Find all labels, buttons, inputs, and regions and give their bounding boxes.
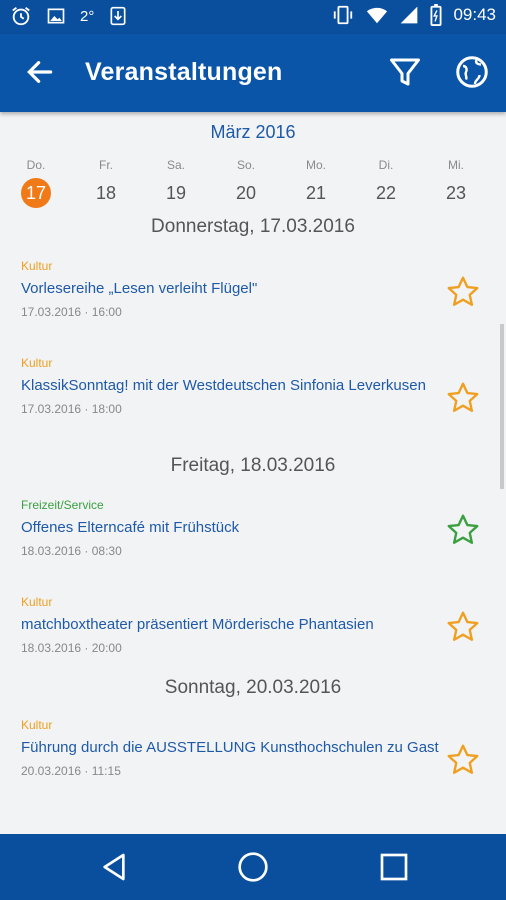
month-label: März 2016	[210, 122, 296, 142]
event-time: 17.03.2016 · 16:00	[21, 305, 122, 319]
day-cell[interactable]: Do. 17	[11, 158, 61, 208]
temperature-text: 2°	[80, 7, 95, 25]
event-category: Kultur	[21, 356, 53, 370]
day-of-week: So.	[236, 158, 255, 172]
event-title[interactable]: matchboxtheater präsentiert Mörderische …	[21, 615, 451, 634]
favorite-star-icon[interactable]	[445, 274, 481, 310]
event-time: 18.03.2016 · 08:30	[21, 544, 122, 558]
day-cell[interactable]: So. 20	[221, 158, 271, 208]
favorite-star-icon[interactable]	[445, 512, 481, 548]
day-number: 20	[235, 183, 257, 203]
navigation-bar	[0, 834, 506, 900]
alarm-icon	[12, 7, 30, 26]
day-number: 22	[375, 183, 397, 203]
week-strip: Do. 17 Fr. 18 Sa. 19 So. 20 Mo. 21 Di. 22 Mi. 2…	[0, 158, 506, 208]
day-of-week: Di.	[378, 158, 394, 172]
nav-recents-icon[interactable]	[378, 851, 410, 883]
event-category: Kultur	[21, 718, 53, 732]
date-header: Donnerstag, 17.03.2016	[151, 216, 355, 237]
page-title: Veranstaltungen	[85, 58, 283, 86]
event-title[interactable]: Vorlesereihe „Lesen verleiht Flügel"	[21, 279, 441, 298]
signal-icon	[401, 6, 418, 24]
day-number: 23	[445, 183, 467, 203]
app-bar: Veranstaltungen	[0, 34, 506, 112]
day-of-week: Mi.	[448, 158, 464, 172]
event-time: 17.03.2016 · 18:00	[21, 402, 122, 416]
nav-back-icon[interactable]	[98, 851, 130, 883]
arrow-back-icon[interactable]	[24, 56, 56, 88]
status-bar: 2° 09:43	[0, 0, 506, 34]
filter-icon[interactable]	[387, 54, 423, 90]
event-category: Kultur	[21, 259, 53, 273]
favorite-star-icon[interactable]	[445, 609, 481, 645]
nav-home-icon[interactable]	[237, 851, 269, 883]
event-category: Kultur	[21, 595, 53, 609]
day-of-week: Do.	[26, 158, 46, 172]
event-time: 20.03.2016 · 11:15	[21, 764, 121, 778]
status-time: 09:43	[453, 5, 496, 24]
day-number: 21	[305, 183, 327, 203]
event-item[interactable]: Kultur Führung durch die AUSSTELLUNG Kun…	[21, 718, 441, 778]
day-of-week: Fr.	[99, 158, 113, 172]
day-cell[interactable]: Mi. 23	[431, 158, 481, 208]
event-title[interactable]: Offenes Elterncafé mit Frühstück	[21, 518, 441, 537]
event-item[interactable]: Kultur KlassikSonntag! mit der Westdeuts…	[21, 356, 441, 416]
favorite-star-icon[interactable]	[445, 742, 481, 778]
scrollbar[interactable]	[500, 324, 504, 489]
image-icon	[47, 8, 65, 24]
event-item[interactable]: Kultur matchboxtheater präsentiert Mörde…	[21, 595, 451, 655]
day-cell[interactable]: Sa. 19	[151, 158, 201, 208]
vibrate-icon	[334, 5, 353, 25]
day-number: 19	[165, 183, 187, 203]
download-icon	[110, 6, 126, 26]
day-cell[interactable]: Mo. 21	[291, 158, 341, 208]
day-number-selected: 17	[21, 178, 51, 208]
globe-icon[interactable]	[454, 54, 490, 90]
event-item[interactable]: Freizeit/Service Offenes Elterncafé mit …	[21, 498, 441, 558]
event-category: Freizeit/Service	[21, 498, 104, 512]
event-title[interactable]: KlassikSonntag! mit der Westdeutschen Si…	[21, 376, 441, 395]
battery-icon	[430, 4, 442, 26]
day-cell[interactable]: Di. 22	[361, 158, 411, 208]
date-header: Freitag, 18.03.2016	[170, 455, 336, 476]
content-area[interactable]: März 2016 Do. 17 Fr. 18 Sa. 19 So. 20 Mo. 21 …	[0, 112, 506, 834]
date-header: Sonntag, 20.03.2016	[164, 677, 342, 698]
favorite-star-icon[interactable]	[445, 380, 481, 416]
event-title[interactable]: Führung durch die AUSSTELLUNG Kunsthochs…	[21, 738, 441, 757]
event-time: 18.03.2016 · 20:00	[21, 641, 122, 655]
day-of-week: Mo.	[305, 158, 326, 172]
day-cell[interactable]: Fr. 18	[81, 158, 131, 208]
wifi-icon	[367, 7, 388, 24]
event-item[interactable]: Kultur Vorlesereihe „Lesen verleiht Flüg…	[21, 259, 441, 319]
day-number: 18	[95, 183, 117, 203]
day-of-week: Sa.	[166, 158, 185, 172]
